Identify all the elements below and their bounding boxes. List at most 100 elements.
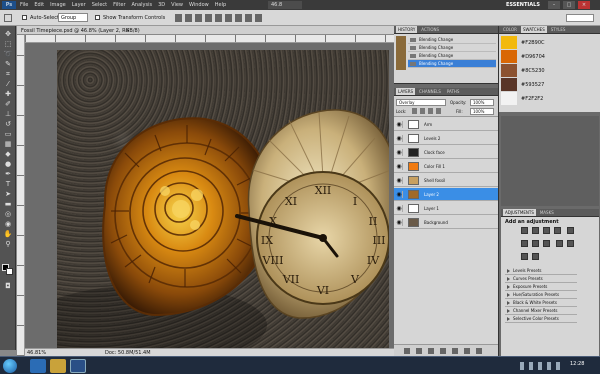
lasso-tool-icon[interactable]: ➰	[3, 50, 13, 59]
adjustment-preset-item[interactable]: Hue/Saturation Presets	[505, 291, 577, 299]
move-tool-icon[interactable]	[4, 14, 12, 22]
history-brush-icon[interactable]: ↺	[3, 120, 13, 129]
vibrance-icon[interactable]	[566, 227, 574, 234]
layer-row[interactable]: ◉ Layer 2	[394, 188, 498, 201]
3d-rotate-icon[interactable]: ◎	[3, 210, 13, 219]
background-color-swatch[interactable]	[6, 268, 13, 275]
history-snapshot-thumbnail[interactable]	[396, 36, 406, 70]
tab-actions[interactable]: ACTIONS	[419, 26, 441, 33]
visibility-eye-icon[interactable]: ◉	[396, 121, 403, 128]
levels-icon[interactable]	[532, 227, 539, 234]
tab-styles[interactable]: STYLES	[549, 26, 568, 33]
pen-tool-icon[interactable]: ✒	[3, 170, 13, 179]
channel-mixer-icon[interactable]	[566, 240, 574, 247]
visibility-eye-icon[interactable]: ◉	[396, 149, 403, 156]
photo-filter-icon[interactable]	[555, 240, 563, 247]
search-input[interactable]	[566, 14, 594, 22]
tab-layers[interactable]: LAYERS	[396, 88, 416, 95]
auto-select-dropdown[interactable]: Group	[58, 13, 88, 22]
folder-icon[interactable]	[50, 359, 66, 373]
fill-field[interactable]: 100%	[470, 108, 494, 115]
layer-row[interactable]: ◉ Levels 2	[394, 132, 498, 145]
blur-tool-icon[interactable]: ◆	[3, 150, 13, 159]
history-state-selected[interactable]: Blending Change	[408, 60, 496, 68]
layer-thumbnail[interactable]	[408, 176, 419, 185]
layer-thumbnail[interactable]	[408, 120, 419, 129]
move-tool-icon[interactable]: ✥	[3, 30, 13, 39]
tab-color[interactable]: COLOR	[501, 26, 519, 33]
swatch-chip[interactable]	[501, 92, 517, 105]
minimize-button[interactable]: –	[548, 1, 560, 9]
visibility-eye-icon[interactable]: ◉	[396, 191, 403, 198]
menu-3d[interactable]: 3D	[158, 2, 165, 8]
internet-explorer-icon[interactable]	[30, 359, 46, 373]
menu-file[interactable]: File	[20, 2, 28, 8]
3d-camera-icon[interactable]: ◉	[3, 220, 13, 229]
menu-image[interactable]: Image	[50, 2, 66, 8]
quick-mask-icon[interactable]: ◘	[3, 282, 13, 291]
dodge-tool-icon[interactable]: ●	[3, 160, 13, 169]
workspace-switcher[interactable]: ESSENTIALS	[506, 2, 540, 8]
visibility-eye-icon[interactable]: ◉	[396, 135, 403, 142]
history-state[interactable]: Blending Change	[408, 52, 496, 60]
tab-swatches[interactable]: SWATCHES	[520, 26, 547, 33]
layer-row[interactable]: ◉ Clock face	[394, 146, 498, 159]
start-button[interactable]	[3, 359, 17, 373]
healing-brush-icon[interactable]: ✚	[3, 90, 13, 99]
invert-icon[interactable]	[521, 253, 528, 260]
swatch-chip[interactable]	[501, 50, 517, 63]
visibility-eye-icon[interactable]: ◉	[396, 163, 403, 170]
tab-paths[interactable]: PATHS	[445, 88, 462, 95]
layer-row[interactable]: ◉ Shell fossil	[394, 174, 498, 187]
layer-thumbnail[interactable]	[408, 204, 419, 213]
photoshop-taskbar-icon[interactable]	[70, 359, 86, 373]
horizontal-ruler[interactable]	[25, 35, 394, 43]
gradient-tool-icon[interactable]: ▦	[3, 140, 13, 149]
tab-adjustments[interactable]: ADJUSTMENTS	[503, 209, 536, 216]
close-button[interactable]: ×	[578, 1, 590, 9]
tab-masks[interactable]: MASKS	[538, 209, 556, 216]
marquee-tool-icon[interactable]: ⬚	[3, 40, 13, 49]
history-state[interactable]: Blending Change	[408, 44, 496, 52]
swatch-item[interactable]: #F2B90C	[501, 36, 599, 49]
adjustment-preset-item[interactable]: Curves Presets	[505, 275, 577, 283]
swatch-item[interactable]: #593527	[501, 78, 599, 91]
adjustment-preset-item[interactable]: Black & White Presets	[505, 299, 577, 307]
auto-select-checkbox[interactable]	[22, 15, 27, 20]
image-canvas[interactable]: XII I II III IV V VI VII VIII IX X XI	[57, 50, 389, 350]
adjustment-preset-item[interactable]: Channel Mixer Presets	[505, 307, 577, 315]
menu-window[interactable]: Window	[189, 2, 209, 8]
system-tray-icons[interactable]	[520, 362, 560, 370]
clone-stamp-icon[interactable]: ⊥	[3, 110, 13, 119]
brightness-icon[interactable]	[521, 227, 528, 234]
layer-row[interactable]: ◉ Arm	[394, 118, 498, 131]
menu-layer[interactable]: Layer	[72, 2, 86, 8]
eraser-icon[interactable]: ▭	[3, 130, 13, 139]
blend-mode-dropdown[interactable]: Overlay	[396, 99, 446, 106]
layer-thumbnail[interactable]	[408, 190, 419, 199]
layer-row[interactable]: ◉ Background	[394, 216, 498, 229]
vertical-ruler[interactable]	[17, 35, 25, 356]
adjustment-preset-item[interactable]: Selective Color Presets	[505, 315, 577, 323]
quick-select-icon[interactable]: ✎	[3, 60, 13, 69]
maximize-button[interactable]: □	[563, 1, 575, 9]
zoom-tool-icon[interactable]: ⚲	[3, 240, 13, 249]
transform-controls-checkbox[interactable]	[95, 15, 100, 20]
black-white-icon[interactable]	[543, 240, 550, 247]
adjustment-preset-item[interactable]: Exposure Presets	[505, 283, 577, 291]
opacity-field[interactable]: 100%	[470, 99, 494, 106]
menu-help[interactable]: Help	[215, 2, 226, 8]
menu-view[interactable]: View	[171, 2, 183, 8]
eyedropper-icon[interactable]: ⁄	[3, 80, 13, 89]
visibility-eye-icon[interactable]: ◉	[396, 177, 403, 184]
menu-filter[interactable]: Filter	[113, 2, 125, 8]
layer-action-buttons[interactable]	[404, 348, 488, 354]
visibility-eye-icon[interactable]: ◉	[396, 219, 403, 226]
visibility-eye-icon[interactable]: ◉	[396, 205, 403, 212]
swatch-item[interactable]: #D96704	[501, 50, 599, 63]
exposure-icon[interactable]	[554, 227, 561, 234]
layer-thumbnail[interactable]	[408, 218, 419, 227]
path-select-icon[interactable]: ➤	[3, 190, 13, 199]
swatch-chip[interactable]	[501, 36, 517, 49]
crop-tool-icon[interactable]: ⌗	[3, 70, 13, 79]
